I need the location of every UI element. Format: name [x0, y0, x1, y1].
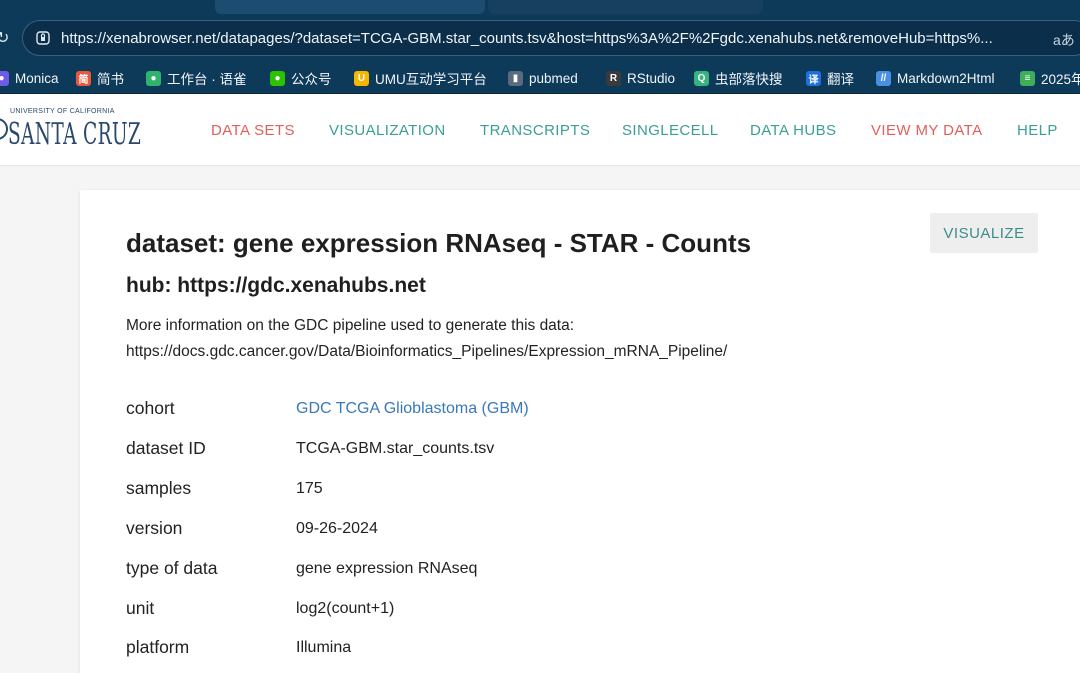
- ucsc-logo[interactable]: UNIVERSITY OF CALIFORNIA SANTA CRUZ: [0, 106, 141, 154]
- bookmark-label: 翻译: [827, 72, 854, 87]
- meta-value: gene expression RNAseq: [296, 560, 478, 577]
- meta-row-cohort: cohort GDC TCGA Glioblastoma (GBM): [126, 398, 926, 422]
- bookmark-label: 简书: [97, 72, 124, 87]
- meta-key: dataset ID: [126, 438, 206, 458]
- visualize-button[interactable]: VISUALIZE: [930, 213, 1038, 253]
- meta-key: type of data: [126, 558, 218, 578]
- logo-campus-text: SANTA CRUZ: [8, 117, 142, 152]
- bookmark-label: Monica: [15, 70, 59, 86]
- bookmark-item[interactable]: Q 虫部落快搜: [694, 68, 783, 88]
- meta-value: log2(count+1): [296, 600, 395, 617]
- bookmark-label: 2025年: [1041, 72, 1080, 87]
- doc-icon: ≡: [1020, 70, 1035, 86]
- nav-view-my-data[interactable]: VIEW MY DATA: [871, 122, 982, 139]
- bookmark-label: 公众号: [291, 72, 332, 87]
- site-header: UNIVERSITY OF CALIFORNIA SANTA CRUZ DATA…: [0, 94, 1080, 166]
- url-text[interactable]: https://xenabrowser.net/datapages/?datas…: [61, 30, 993, 47]
- meta-value: 09-26-2024: [296, 520, 378, 537]
- meta-value: Illumina: [296, 639, 352, 656]
- bookmark-label: pubmed: [529, 70, 578, 86]
- monica-icon: ●: [0, 70, 9, 86]
- jianshu-icon: 简: [76, 70, 91, 86]
- nav-transcripts[interactable]: TRANSCRIPTS: [480, 122, 590, 139]
- seal-icon: [0, 118, 8, 140]
- meta-row-version: version 09-26-2024: [126, 518, 926, 542]
- translate-icon: 译: [806, 70, 821, 86]
- bookmarks-bar: ● Monica 简简书 ● 工作台 · 语雀 ● 公众号 U UMU互动学习平台 ▮ pubmed…: [0, 62, 1080, 94]
- bookmark-item[interactable]: // Markdown2Html: [876, 68, 995, 88]
- bookmark-label: UMU互动学习平台: [375, 72, 487, 87]
- markdown-icon: //: [876, 70, 891, 86]
- meta-row-platform: platform Illumina: [126, 637, 926, 661]
- yuque-icon: ●: [146, 70, 161, 86]
- bookmark-item[interactable]: U UMU互动学习平台: [354, 68, 487, 88]
- bookmark-label: 工作台 · 语雀: [167, 72, 247, 87]
- meta-row-samples: samples 175: [126, 478, 926, 502]
- meta-value: 175: [296, 480, 323, 497]
- meta-row-dataset-id: dataset ID TCGA-GBM.star_counts.tsv: [126, 438, 926, 462]
- dataset-title: dataset: gene expression RNAseq - STAR -…: [126, 228, 752, 258]
- nav-singlecell[interactable]: SINGLECELL: [622, 122, 719, 139]
- umu-icon: U: [354, 70, 369, 86]
- browser-tab-strip: [0, 0, 1080, 14]
- pipeline-info-url: https://docs.gdc.cancer.gov/Data/Bioinfo…: [126, 343, 728, 360]
- logo-university-text: UNIVERSITY OF CALIFORNIA: [10, 108, 115, 115]
- bookmark-item[interactable]: ● 工作台 · 语雀: [146, 68, 247, 88]
- site-info-icon[interactable]: [35, 30, 51, 46]
- bookmark-item[interactable]: 简简书: [76, 68, 124, 88]
- bookmark-label: RStudio: [627, 70, 676, 86]
- browser-tab-active[interactable]: [215, 0, 485, 14]
- meta-key: cohort: [126, 398, 175, 418]
- meta-value: TCGA-GBM.star_counts.tsv: [296, 440, 495, 457]
- nav-visualization[interactable]: VISUALIZATION: [329, 122, 446, 139]
- nav-data-hubs[interactable]: DATA HUBS: [750, 122, 836, 139]
- bookmark-item[interactable]: 译翻译: [806, 68, 854, 88]
- bookmark-label: Markdown2Html: [897, 70, 995, 86]
- wechat-icon: ●: [270, 70, 285, 86]
- bookmark-item[interactable]: ● 公众号: [270, 68, 332, 88]
- nav-help[interactable]: HELP: [1017, 122, 1058, 139]
- bookmark-label: 虫部落快搜: [715, 72, 783, 87]
- bookmark-item[interactable]: ● Monica: [0, 68, 59, 88]
- dataset-card: dataset: gene expression RNAseq - STAR -…: [80, 190, 1080, 673]
- meta-row-unit: unit log2(count+1): [126, 598, 926, 622]
- nav-data-sets[interactable]: DATA SETS: [211, 122, 295, 139]
- meta-row-type-of-data: type of data gene expression RNAseq: [126, 558, 926, 582]
- meta-key: version: [126, 518, 183, 538]
- bookmark-item[interactable]: ≡ 2025年: [1020, 68, 1080, 88]
- meta-key: platform: [126, 637, 190, 657]
- reload-icon[interactable]: ↻: [0, 28, 9, 48]
- rstudio-icon: R: [606, 70, 621, 86]
- meta-key: samples: [126, 478, 192, 498]
- reader-mode-icon[interactable]: aあ: [1053, 30, 1075, 50]
- chongbuluo-icon: Q: [694, 70, 709, 86]
- bookmark-item[interactable]: ▮ pubmed: [508, 68, 578, 88]
- pipeline-info-text: More information on the GDC pipeline use…: [126, 317, 575, 334]
- pubmed-icon: ▮: [508, 70, 523, 86]
- browser-tab[interactable]: [488, 0, 763, 14]
- meta-key: unit: [126, 598, 155, 618]
- bookmark-item[interactable]: R RStudio: [606, 68, 675, 88]
- cohort-link[interactable]: GDC TCGA Glioblastoma (GBM): [296, 400, 529, 418]
- address-bar-row: ↻ https://xenabrowser.net/datapages/?dat…: [0, 14, 1080, 62]
- address-bar[interactable]: https://xenabrowser.net/datapages/?datas…: [22, 20, 1080, 56]
- hub-label: hub: https://gdc.xenahubs.net: [126, 274, 426, 297]
